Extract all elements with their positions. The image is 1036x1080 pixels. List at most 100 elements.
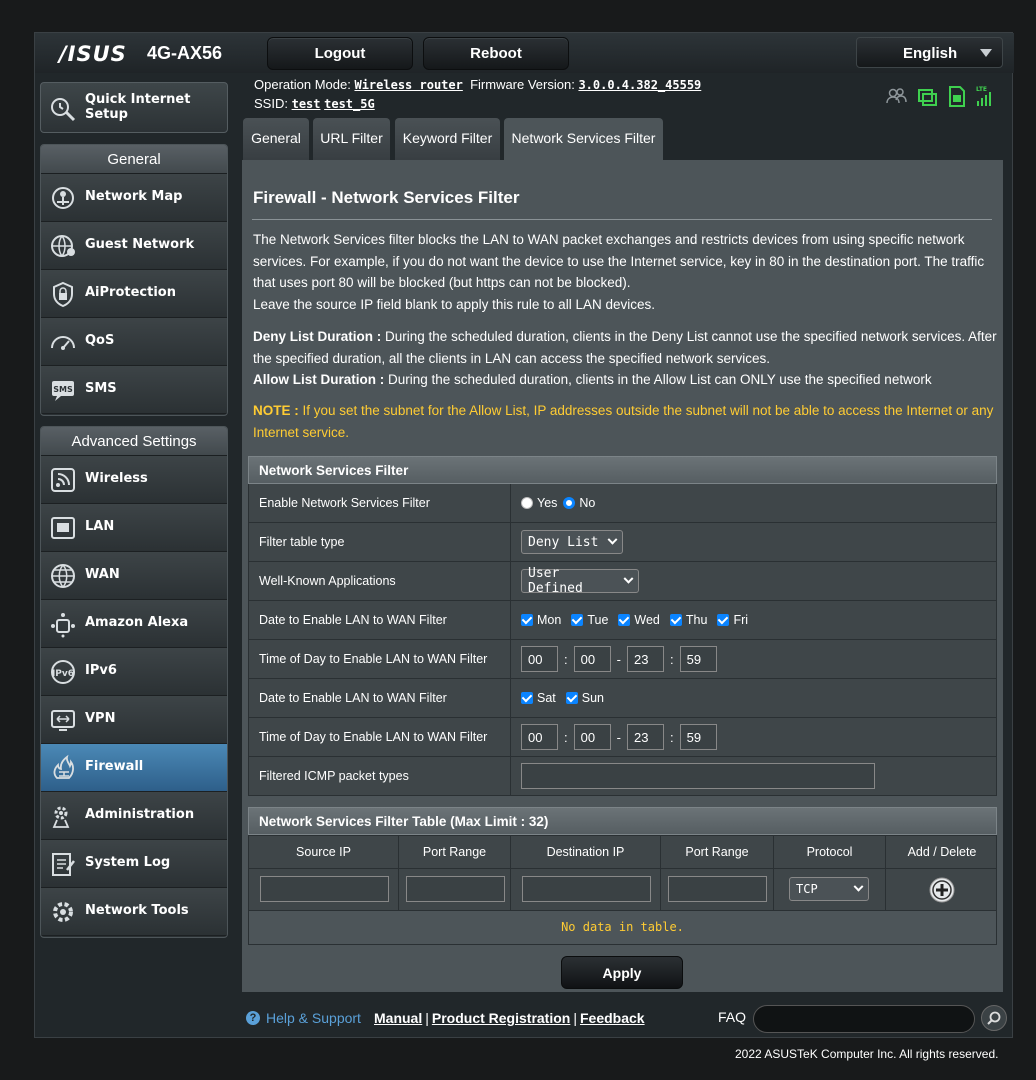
ssid-2g-link[interactable]: test xyxy=(292,97,321,111)
usb-devices-icon[interactable] xyxy=(918,89,937,106)
language-select[interactable]: English xyxy=(856,37,1003,68)
sidebar-item-firewall[interactable]: Firewall xyxy=(41,744,227,792)
network-tools-icon xyxy=(53,902,73,922)
day-sat-checkbox[interactable]: Sat xyxy=(521,691,556,705)
sidebar-item-system-log[interactable]: System Log xyxy=(41,840,227,888)
weekday-end-hour-input[interactable]: 23 xyxy=(626,646,664,672)
chevron-down-icon xyxy=(853,881,864,892)
weekday-row: Date to Enable LAN to WAN Filter Mon Tue… xyxy=(248,601,997,640)
faq-search-input[interactable] xyxy=(753,1005,975,1033)
sidebar-item-label: QoS xyxy=(85,333,115,348)
apply-button[interactable]: Apply xyxy=(561,956,683,989)
logout-button[interactable]: Logout xyxy=(267,37,413,70)
asus-logo[interactable]: /ISUS xyxy=(59,42,127,66)
sidebar-item-network-map[interactable]: Network Map xyxy=(41,174,227,222)
sidebar-item-aiprotection[interactable]: AiProtection xyxy=(41,270,227,318)
manual-link[interactable]: Manual xyxy=(374,1010,422,1026)
source-ip-input[interactable] xyxy=(260,876,389,902)
day-label: Thu xyxy=(685,613,708,627)
day-wed-checkbox[interactable]: Wed xyxy=(618,613,660,627)
destination-ip-input[interactable] xyxy=(522,876,651,902)
day-mon-checkbox[interactable]: Mon xyxy=(521,613,561,627)
lte-signal-icon[interactable]: LTE xyxy=(976,86,991,106)
deny-list-label: Deny List Duration : xyxy=(253,329,382,344)
protocol-cell: TCP xyxy=(774,869,886,910)
source-port-input[interactable] xyxy=(406,876,505,902)
column-protocol: Protocol xyxy=(774,836,886,869)
firmware-version-link[interactable]: 3.0.0.4.382_45559 xyxy=(578,78,701,92)
sidebar-item-ipv6[interactable]: IPv6 IPv6 xyxy=(41,648,227,696)
tab-network-services-filter[interactable]: Network Services Filter xyxy=(504,118,663,160)
weekend-start-minute-input[interactable]: 00 xyxy=(573,724,611,750)
help-support[interactable]: ? Help & Support xyxy=(246,1010,361,1026)
system-log-icon xyxy=(52,853,75,876)
sidebar-item-wan[interactable]: WAN xyxy=(41,552,227,600)
guest-network-icon xyxy=(51,235,75,257)
checkbox-checked xyxy=(717,614,730,626)
enable-yes-radio[interactable] xyxy=(521,497,533,509)
day-tue-checkbox[interactable]: Tue xyxy=(571,613,608,627)
clients-icon[interactable] xyxy=(886,88,907,104)
help-support-label: Help & Support xyxy=(266,1010,361,1026)
weekday-end-minute-input[interactable]: 59 xyxy=(679,646,717,672)
protocol-select[interactable]: TCP xyxy=(789,877,869,901)
sidebar-item-amazon-alexa[interactable]: Amazon Alexa xyxy=(41,600,227,648)
weekend-end-hour-input[interactable]: 23 xyxy=(626,724,664,750)
language-value: English xyxy=(903,45,958,62)
day-label: Sun xyxy=(581,691,605,705)
product-registration-link[interactable]: Product Registration xyxy=(432,1010,570,1026)
tab-general[interactable]: General xyxy=(243,118,309,160)
day-thu-checkbox[interactable]: Thu xyxy=(669,613,708,627)
weekday-checkboxes: Mon Tue Wed Thu Fri xyxy=(521,601,758,639)
add-rule-icon[interactable] xyxy=(929,877,955,903)
sim-card-icon[interactable] xyxy=(949,86,965,107)
quick-internet-setup-label: Quick Internet Setup xyxy=(85,92,191,122)
rules-input-row: TCP xyxy=(248,869,997,911)
sidebar-item-guest-network[interactable]: Guest Network xyxy=(41,222,227,270)
day-fri-checkbox[interactable]: Fri xyxy=(717,613,748,627)
enable-no-radio[interactable] xyxy=(563,497,576,509)
day-sun-checkbox[interactable]: Sun xyxy=(565,691,605,705)
icmp-input[interactable] xyxy=(521,763,875,789)
sidebar-item-vpn[interactable]: VPN xyxy=(41,696,227,744)
tab-keyword-filter[interactable]: Keyword Filter xyxy=(395,118,500,160)
column-add-delete: Add / Delete xyxy=(907,845,977,859)
sidebar-item-qos[interactable]: QoS xyxy=(41,318,227,366)
administration-icon xyxy=(52,806,70,828)
table-type-label: Filter table type xyxy=(249,523,511,561)
sidebar-item-label: Firewall xyxy=(85,759,144,774)
sidebar-item-label: VPN xyxy=(85,711,116,726)
advanced-header: Advanced Settings xyxy=(41,427,227,456)
top-bar: /ISUS 4G-AX56 Logout Reboot English xyxy=(35,33,1014,73)
destination-port-input[interactable] xyxy=(668,876,767,902)
wand-icon xyxy=(51,98,76,122)
alexa-icon xyxy=(51,613,75,638)
faq-search-button[interactable] xyxy=(981,1005,1007,1031)
aiprotection-icon xyxy=(53,281,73,308)
sidebar-item-sms[interactable]: SMS SMS xyxy=(41,366,227,414)
sidebar-item-network-tools[interactable]: Network Tools xyxy=(41,888,227,936)
weekend-start-hour-input[interactable]: 00 xyxy=(521,724,558,750)
sidebar-item-label: Network Tools xyxy=(85,903,189,918)
table-type-select[interactable]: Deny List xyxy=(521,530,623,554)
feedback-link[interactable]: Feedback xyxy=(580,1010,645,1026)
quick-internet-setup-button[interactable]: Quick Internet Setup xyxy=(40,82,228,133)
weekday-start-hour-input[interactable]: 00 xyxy=(521,646,558,672)
ssid-5g-link[interactable]: test_5G xyxy=(324,97,375,111)
weekend-row: Date to Enable LAN to WAN Filter Sat Sun xyxy=(248,679,997,718)
sidebar-item-administration[interactable]: Administration xyxy=(41,792,227,840)
rules-table-columns: Source IP Port Range Destination IP Port… xyxy=(248,835,997,869)
search-icon xyxy=(987,1011,1001,1025)
reboot-button[interactable]: Reboot xyxy=(423,37,569,70)
weekend-time-label: Time of Day to Enable LAN to WAN Filter xyxy=(249,718,511,756)
well-known-apps-select[interactable]: User Defined xyxy=(521,566,639,596)
day-label: Sat xyxy=(537,691,556,705)
tab-url-filter[interactable]: URL Filter xyxy=(313,118,390,160)
weekend-end-minute-input[interactable]: 59 xyxy=(679,724,717,750)
weekday-start-minute-input[interactable]: 00 xyxy=(573,646,611,672)
sidebar-item-lan[interactable]: LAN xyxy=(41,504,227,552)
sidebar-item-wireless[interactable]: Wireless xyxy=(41,456,227,504)
weekday-time-label: Time of Day to Enable LAN to WAN Filter xyxy=(249,640,511,678)
checkbox-checked xyxy=(565,692,578,704)
operation-mode-link[interactable]: Wireless router xyxy=(354,78,462,92)
